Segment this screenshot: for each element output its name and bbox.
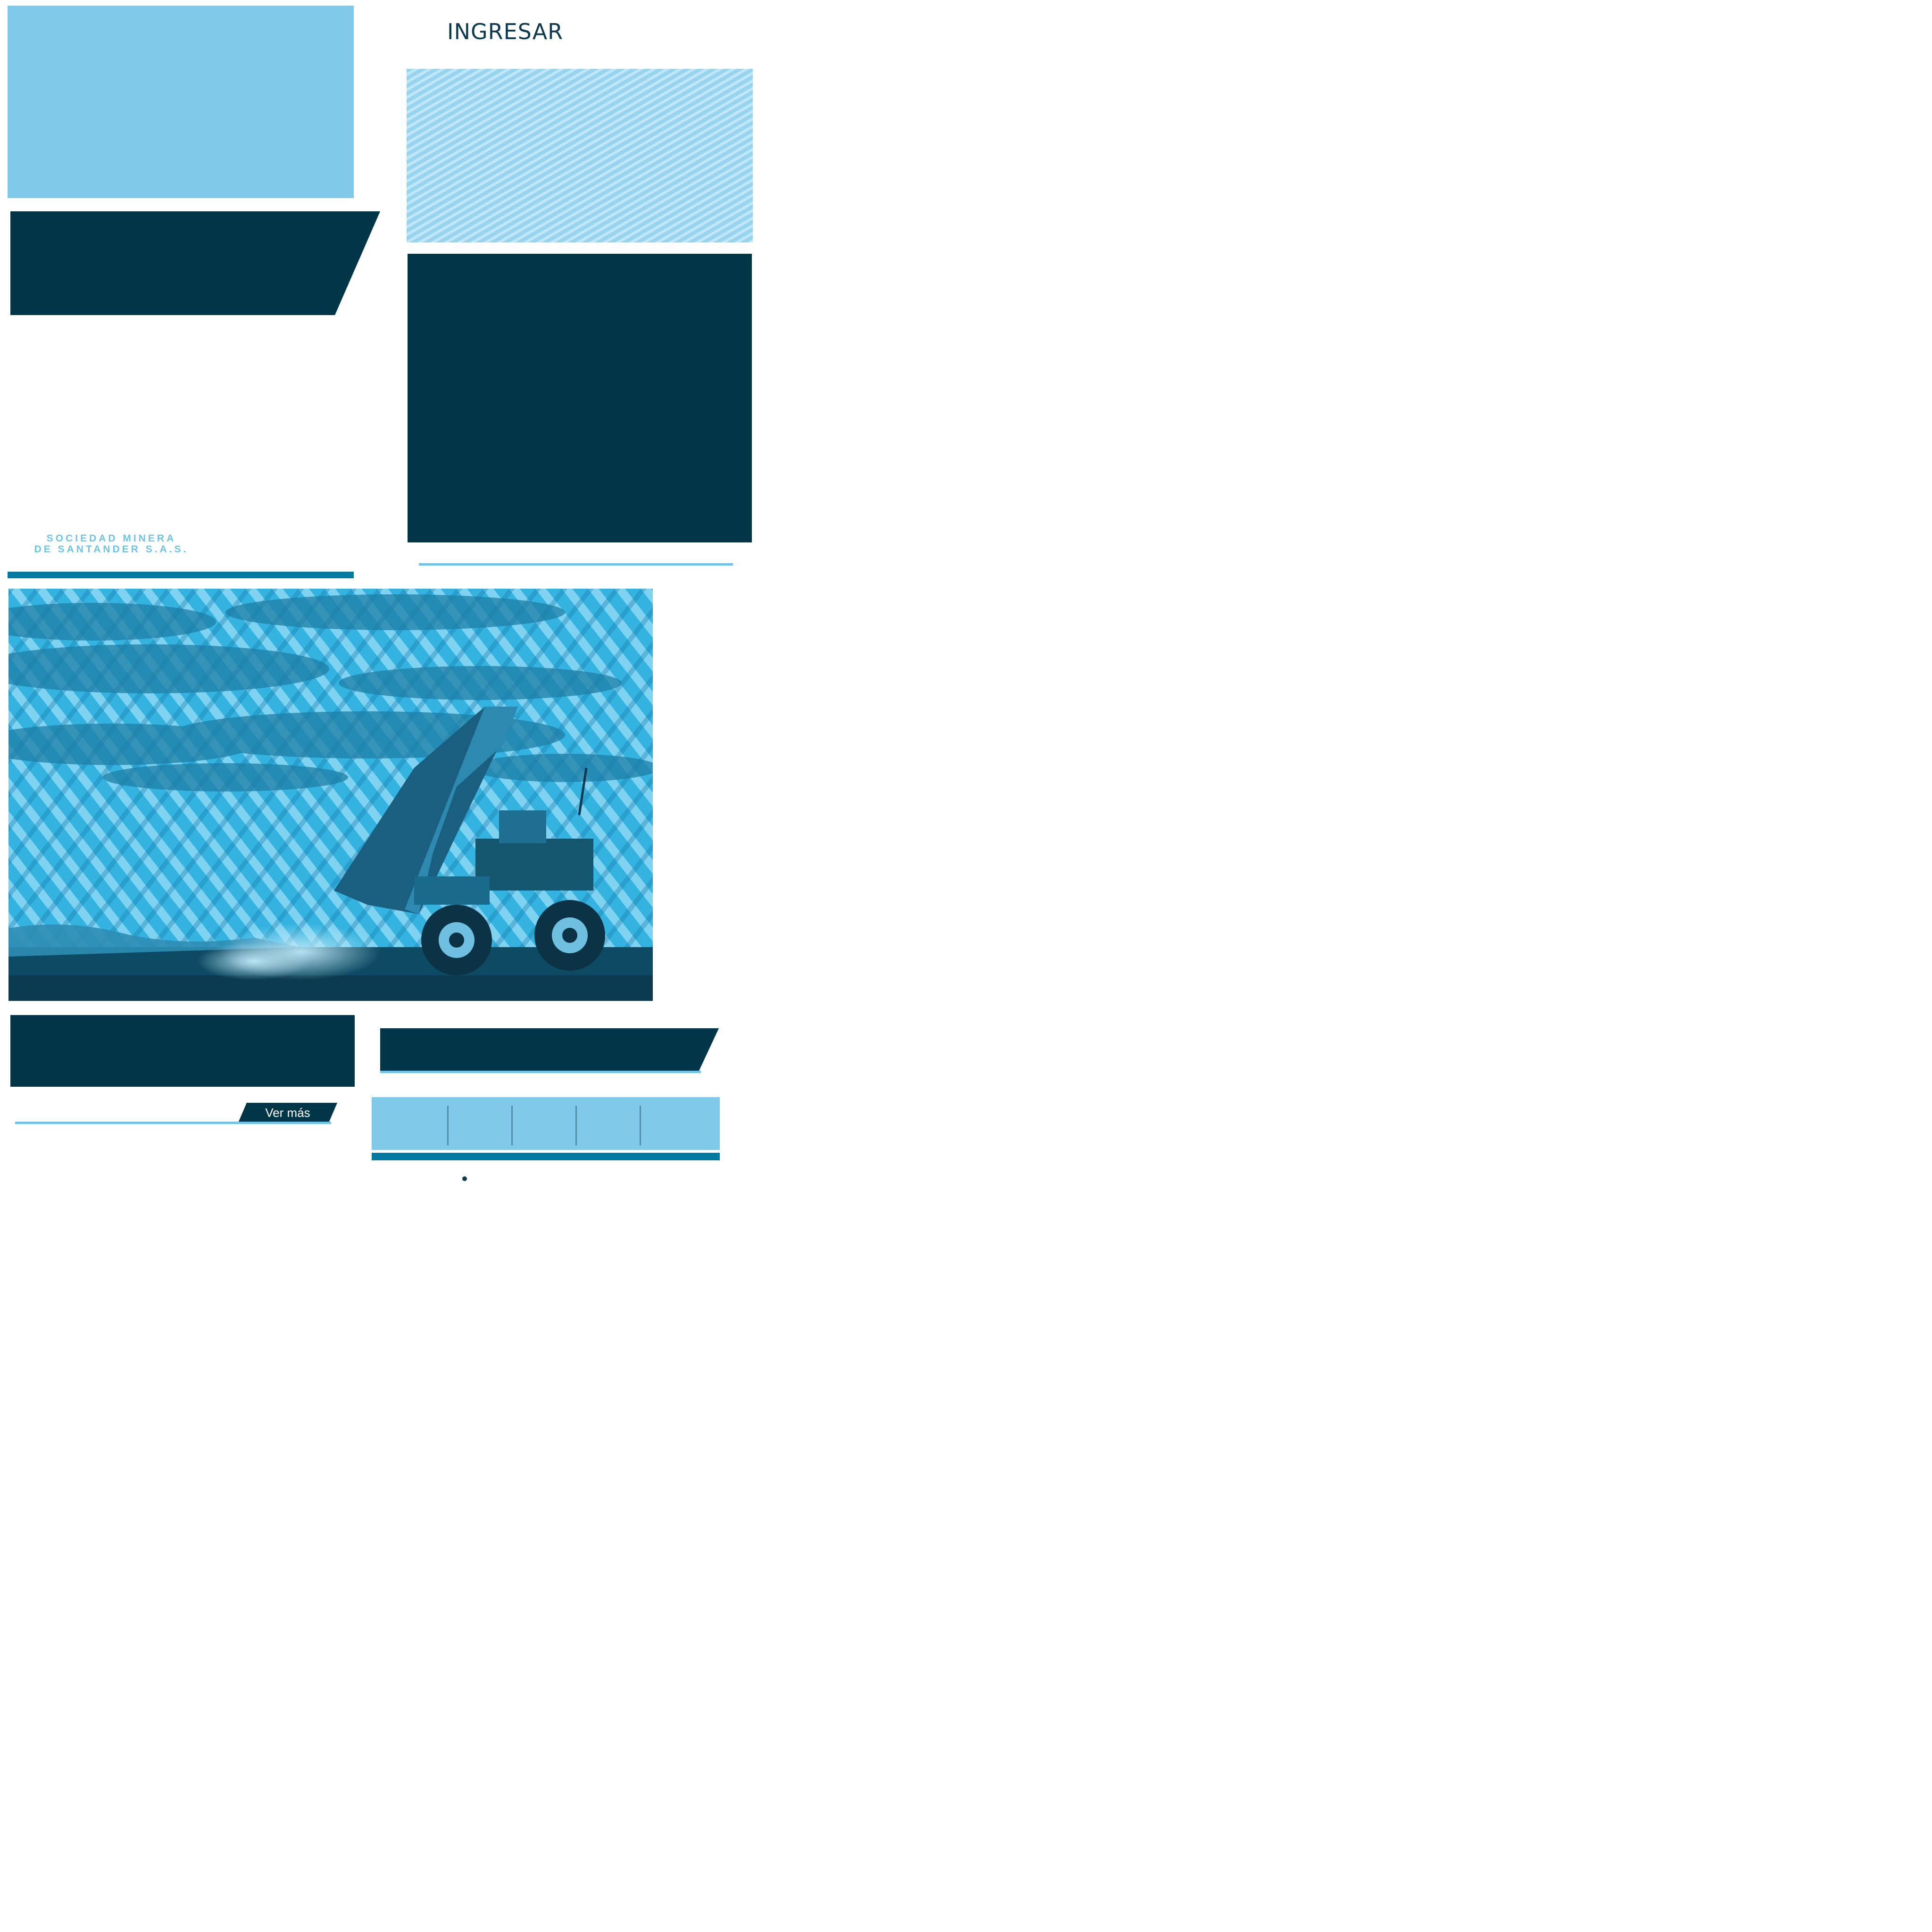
dark-slanted-title-bar bbox=[380, 1028, 719, 1071]
tab-divider bbox=[575, 1106, 577, 1145]
tab-divider bbox=[511, 1106, 513, 1145]
tab-divider bbox=[640, 1106, 641, 1145]
logo-line-1: SOCIEDAD MINERA bbox=[46, 533, 176, 544]
see-more-button[interactable]: Ver más bbox=[255, 1104, 321, 1122]
patterned-panel bbox=[407, 69, 753, 242]
news-underline bbox=[15, 1122, 331, 1124]
login-link[interactable]: INGRESAR bbox=[447, 19, 563, 44]
left-column-underline bbox=[8, 572, 354, 578]
dark-content-panel bbox=[408, 254, 752, 542]
hero-image-mining-truck bbox=[8, 589, 653, 1001]
company-logo[interactable]: SOCIEDAD MINERA DE SANTANDER S.A.S. bbox=[17, 533, 206, 555]
pagination-dot[interactable] bbox=[462, 1176, 467, 1181]
tab-divider bbox=[447, 1106, 449, 1145]
logo-line-2: DE SANTANDER S.A.S. bbox=[34, 544, 189, 555]
dark-slanted-banner bbox=[10, 211, 380, 315]
right-column-underline bbox=[419, 563, 733, 566]
tabs-strip-underline bbox=[372, 1153, 720, 1160]
news-dark-box bbox=[10, 1015, 355, 1087]
hero-light-panel bbox=[8, 6, 354, 198]
tabs-strip[interactable] bbox=[372, 1097, 720, 1150]
title-bar-underline bbox=[380, 1071, 701, 1073]
